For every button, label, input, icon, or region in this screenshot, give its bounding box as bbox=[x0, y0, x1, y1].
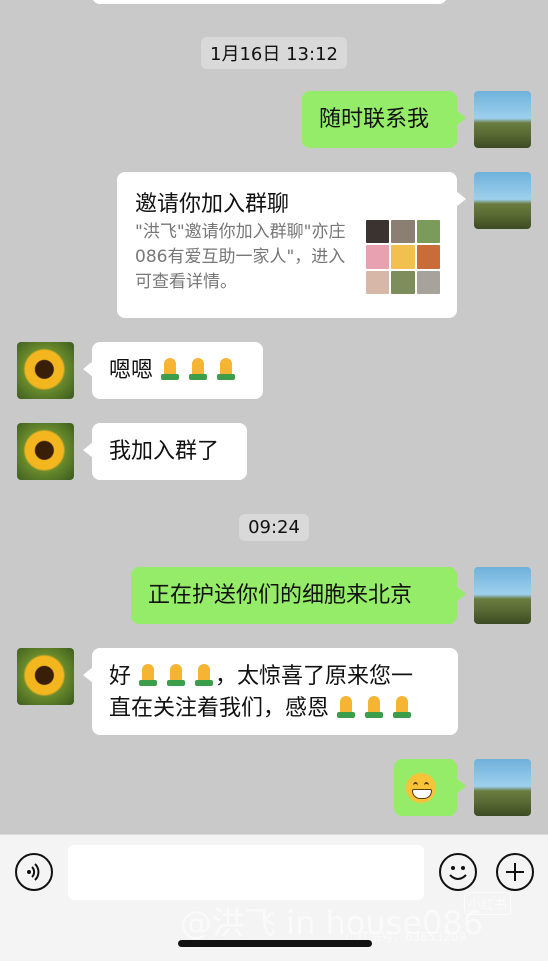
app-watermark: 小红书 bbox=[464, 892, 512, 915]
praying-hands-icon bbox=[137, 664, 159, 686]
plus-icon[interactable] bbox=[496, 853, 534, 891]
praying-hands-icon bbox=[215, 358, 237, 380]
praying-hands-icon bbox=[193, 664, 215, 686]
home-indicator[interactable] bbox=[178, 940, 372, 947]
message-text: ，太惊喜了原来您一 bbox=[215, 664, 414, 689]
incoming-message[interactable]: 好 ，太惊喜了原来您一 直在关注着我们，感恩 bbox=[83, 648, 458, 735]
grinning-face-icon bbox=[406, 773, 436, 803]
group-thumbnail bbox=[366, 220, 440, 294]
my-avatar[interactable] bbox=[474, 172, 531, 229]
message-text: 我加入群了 bbox=[109, 439, 220, 464]
incoming-message[interactable]: 我加入群了 bbox=[83, 423, 247, 480]
sunflower-avatar[interactable] bbox=[17, 423, 74, 480]
praying-hands-icon bbox=[159, 358, 181, 380]
my-avatar[interactable] bbox=[474, 567, 531, 624]
praying-hands-icon bbox=[363, 696, 385, 718]
timestamp: 1月16日 13:12 bbox=[201, 37, 347, 69]
praying-hands-icon bbox=[391, 696, 413, 718]
previous-message-bubble bbox=[92, 0, 447, 4]
outgoing-message[interactable]: 正在护送你们的细胞来北京 bbox=[131, 567, 466, 624]
sunflower-avatar[interactable] bbox=[17, 648, 74, 705]
emoji-icon[interactable] bbox=[439, 853, 477, 891]
group-invite-card[interactable]: 邀请你加入群聊 "洪飞"邀请你加入群聊"亦庄086有爱互助一家人"，进入可查看详… bbox=[117, 172, 466, 318]
praying-hands-icon bbox=[165, 664, 187, 686]
timestamp: 09:24 bbox=[239, 514, 309, 541]
message-text: 随时联系我 bbox=[319, 107, 430, 132]
outgoing-message[interactable] bbox=[394, 759, 466, 816]
invite-description: "洪飞"邀请你加入群聊"亦庄086有爱互助一家人"，进入可查看详情。 bbox=[135, 222, 346, 292]
incoming-message[interactable]: 嗯嗯 bbox=[83, 342, 263, 399]
my-avatar[interactable] bbox=[474, 91, 531, 148]
message-input[interactable] bbox=[68, 845, 424, 900]
voice-icon[interactable] bbox=[15, 853, 53, 891]
message-text: 直在关注着我们，感恩 bbox=[109, 696, 330, 721]
praying-hands-icon bbox=[335, 696, 357, 718]
message-text: 好 bbox=[109, 664, 132, 689]
sunflower-avatar[interactable] bbox=[17, 342, 74, 399]
invite-title: 邀请你加入群聊 bbox=[135, 192, 290, 217]
message-text: 嗯嗯 bbox=[109, 358, 154, 383]
message-text: 正在护送你们的细胞来北京 bbox=[148, 583, 413, 608]
my-avatar[interactable] bbox=[474, 759, 531, 816]
outgoing-message[interactable]: 随时联系我 bbox=[302, 91, 466, 148]
praying-hands-icon bbox=[187, 358, 209, 380]
